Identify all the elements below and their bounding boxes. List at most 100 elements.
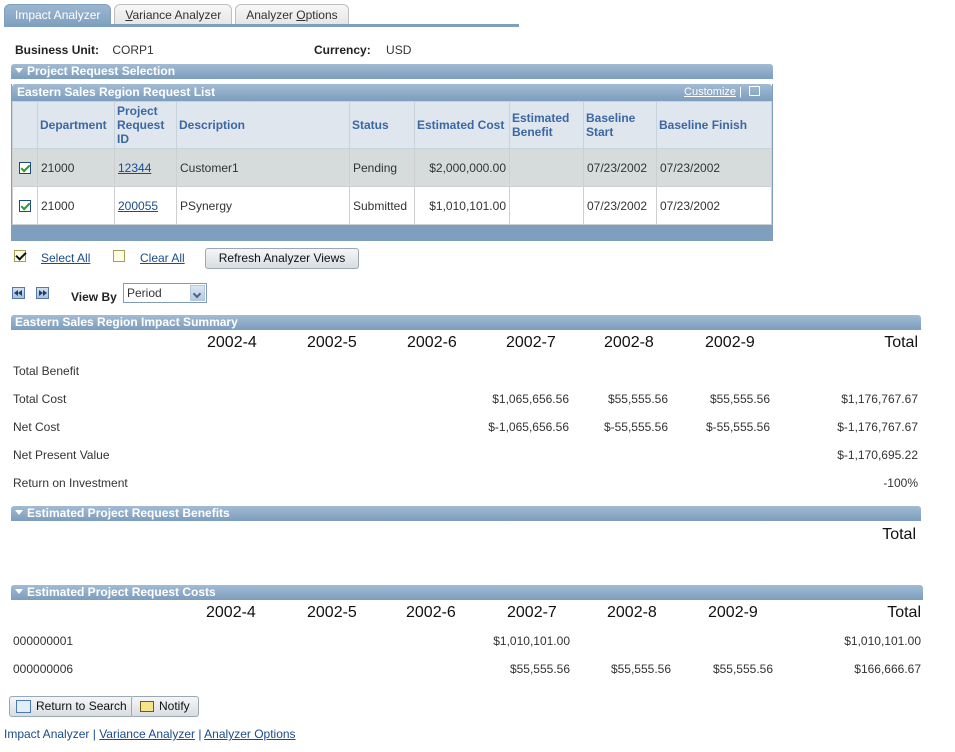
- total-value: $1,176,767.67: [841, 392, 918, 406]
- total-value: -100%: [883, 476, 918, 490]
- costs-section-header[interactable]: Estimated Project Request Costs: [11, 585, 923, 600]
- period-header: 2002-8: [604, 334, 654, 351]
- currency-value: USD: [386, 43, 412, 57]
- row-select-checkbox[interactable]: [19, 162, 31, 175]
- col-status: Status: [349, 101, 415, 149]
- period-header: 2002-9: [708, 604, 758, 621]
- total-value: $-1,170,695.22: [837, 448, 918, 462]
- period-value: $55,555.56: [709, 392, 770, 406]
- request-table: Department Project Request ID Descriptio…: [12, 101, 772, 225]
- total-value: $166,666.67: [854, 662, 921, 676]
- notify-button[interactable]: Notify: [131, 696, 199, 717]
- search-icon: [16, 700, 31, 714]
- col-estimated-cost: Estimated Cost: [414, 101, 510, 149]
- cell-baseline-start: 07/23/2002: [583, 148, 657, 187]
- select-all-link[interactable]: Select All: [41, 251, 90, 265]
- row-label: Net Cost: [13, 420, 60, 434]
- refresh-analyzer-views-button[interactable]: Refresh Analyzer Views: [205, 248, 359, 269]
- return-to-search-button[interactable]: Return to Search: [9, 696, 134, 717]
- grid-footer: [12, 225, 772, 240]
- clear-all-link[interactable]: Clear All: [140, 251, 185, 265]
- period-header: 2002-9: [705, 334, 755, 351]
- table-row: 21000 12344 Customer1 Pending $2,000,000…: [12, 148, 772, 187]
- col-estimated-benefit: Estimated Benefit: [509, 101, 584, 149]
- row-label: Total Cost: [13, 392, 67, 406]
- collapse-triangle-icon[interactable]: [15, 68, 23, 73]
- cell-estimated-cost: $2,000,000.00: [414, 148, 510, 187]
- col-select: [12, 101, 38, 149]
- period-header: 2002-5: [307, 334, 357, 351]
- tab-impact-analyzer[interactable]: Impact Analyzer: [4, 4, 112, 26]
- request-id-link[interactable]: 200055: [118, 199, 158, 213]
- tab-analyzer-options[interactable]: Analyzer Options: [235, 4, 349, 26]
- col-description: Description: [176, 101, 350, 149]
- cell-description: Customer1: [176, 148, 350, 187]
- tab-bar: Impact Analyzer Variance Analyzer Analyz…: [4, 4, 352, 26]
- select-all-checkbox-icon[interactable]: [14, 250, 26, 262]
- total-value: $-1,176,767.67: [837, 420, 918, 434]
- customize-link[interactable]: Customize: [684, 86, 736, 98]
- tab-underline: [4, 24, 519, 27]
- next-period-button[interactable]: [36, 287, 49, 299]
- period-value: $1,065,656.56: [492, 392, 569, 406]
- col-request-id: Project Request ID: [114, 101, 177, 149]
- view-by-label: View By: [71, 290, 117, 304]
- cell-baseline-finish: 07/23/2002: [656, 186, 772, 225]
- cell-baseline-start: 07/23/2002: [583, 186, 657, 225]
- collapse-triangle-icon[interactable]: [15, 510, 23, 515]
- period-header: 2002-4: [206, 604, 256, 621]
- business-unit-label: Business Unit:: [15, 43, 100, 57]
- row-select-checkbox[interactable]: [19, 200, 31, 213]
- row-label: Net Present Value: [13, 448, 110, 462]
- request-list-grid: Eastern Sales Region Request List Custom…: [11, 84, 773, 241]
- cell-department: 21000: [37, 186, 115, 225]
- currency-label: Currency:: [314, 43, 371, 57]
- period-value: $55,555.56: [607, 392, 668, 406]
- cell-baseline-finish: 07/23/2002: [656, 148, 772, 187]
- notify-icon: [140, 701, 154, 713]
- cell-status: Pending: [349, 148, 415, 187]
- project-request-selection-header[interactable]: Project Request Selection: [11, 64, 773, 79]
- period-value: $-1,065,656.56: [488, 420, 569, 434]
- request-id-link[interactable]: 12344: [118, 161, 151, 175]
- table-row: 21000 200055 PSynergy Submitted $1,010,1…: [12, 186, 772, 225]
- grid-title: Eastern Sales Region Request List: [17, 85, 216, 99]
- cell-description: PSynergy: [176, 186, 350, 225]
- clear-all-checkbox-icon[interactable]: [113, 250, 125, 262]
- collapse-triangle-icon[interactable]: [15, 589, 23, 594]
- currency-field: Currency: USD: [314, 43, 411, 57]
- cell-estimated-cost: $1,010,101.00: [414, 186, 510, 225]
- previous-period-button[interactable]: [12, 287, 25, 299]
- cell-department: 21000: [37, 148, 115, 187]
- impact-summary-header: Eastern Sales Region Impact Summary: [11, 315, 921, 330]
- total-header: Total: [887, 604, 921, 621]
- footer-links: Impact Analyzer | Variance Analyzer | An…: [4, 727, 296, 741]
- col-baseline-start: Baseline Start: [583, 101, 657, 149]
- period-value: $1,010,101.00: [493, 634, 570, 648]
- period-value: $-55,555.56: [705, 420, 770, 434]
- period-header: 2002-4: [207, 334, 257, 351]
- tab-variance-analyzer[interactable]: Variance Analyzer: [114, 4, 233, 26]
- chevron-down-icon[interactable]: [190, 285, 205, 301]
- business-unit-value: CORP1: [112, 43, 154, 57]
- period-value: $55,555.56: [712, 662, 773, 676]
- popout-icon[interactable]: [749, 86, 760, 96]
- cell-status: Submitted: [349, 186, 415, 225]
- col-baseline-finish: Baseline Finish: [656, 101, 772, 149]
- footer-analyzer-options-link[interactable]: Analyzer Options: [204, 727, 295, 741]
- footer-variance-analyzer-link[interactable]: Variance Analyzer: [99, 727, 195, 741]
- total-value: $1,010,101.00: [844, 634, 921, 648]
- footer-impact-analyzer: Impact Analyzer: [4, 727, 90, 741]
- cell-estimated-benefit: [509, 186, 584, 225]
- total-header: Total: [884, 334, 918, 351]
- period-value: $55,555.56: [610, 662, 671, 676]
- row-label: Total Benefit: [13, 364, 80, 378]
- period-header: 2002-6: [406, 604, 456, 621]
- view-by-select[interactable]: Period: [123, 283, 207, 303]
- period-value: $55,555.56: [509, 662, 570, 676]
- period-header: 2002-7: [507, 604, 557, 621]
- business-unit-field: Business Unit: CORP1: [15, 43, 154, 57]
- grid-title-bar: Eastern Sales Region Request List Custom…: [12, 84, 772, 101]
- period-header: 2002-6: [407, 334, 457, 351]
- benefits-section-header[interactable]: Estimated Project Request Benefits: [11, 506, 921, 521]
